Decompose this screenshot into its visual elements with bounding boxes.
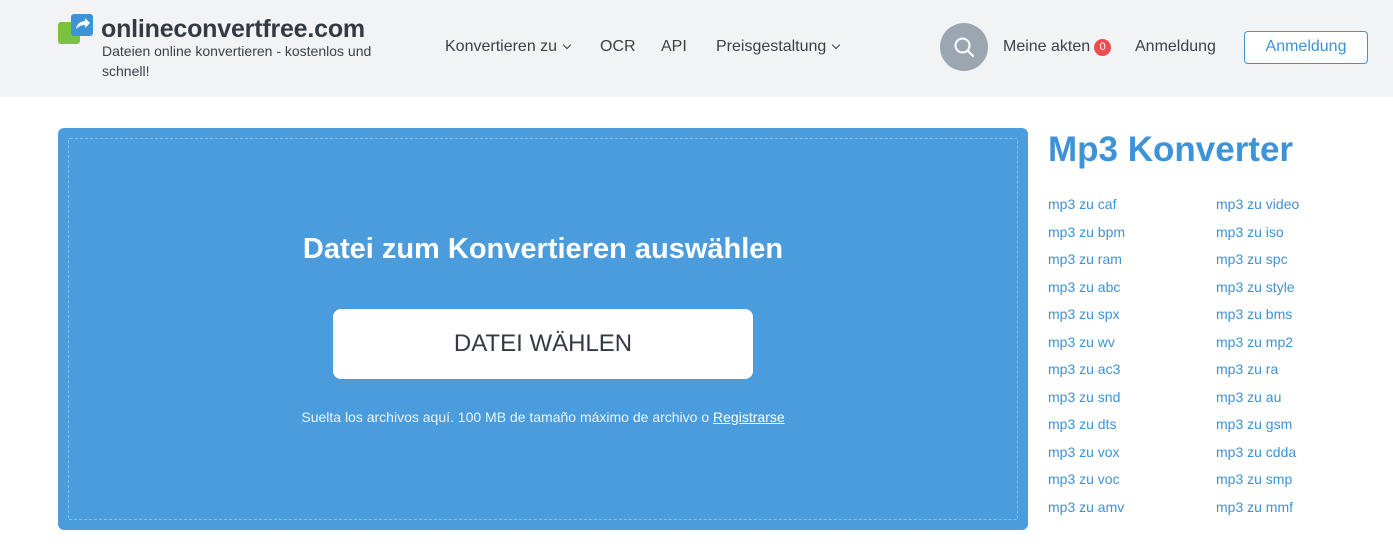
converter-list-right: mp3 zu video mp3 zu iso mp3 zu spc mp3 z… (1216, 194, 1376, 524)
converter-link[interactable]: mp3 zu mmf (1216, 497, 1376, 525)
nav-convert-to-label: Konvertieren zu (445, 38, 558, 55)
converter-link[interactable]: mp3 zu ac3 (1048, 359, 1208, 387)
converter-link[interactable]: mp3 zu gsm (1216, 414, 1376, 442)
converter-link[interactable]: mp3 zu style (1216, 277, 1376, 305)
converter-link[interactable]: mp3 zu snd (1048, 387, 1208, 415)
converter-link[interactable]: mp3 zu ram (1048, 249, 1208, 277)
converter-link[interactable]: mp3 zu video (1216, 194, 1376, 222)
converter-link[interactable]: mp3 zu cdda (1216, 442, 1376, 470)
dropzone-title: Datei zum Konvertieren auswählen (302, 233, 784, 265)
files-count-badge: 0 (1094, 39, 1112, 56)
converter-link[interactable]: mp3 zu iso (1216, 222, 1376, 250)
converter-link[interactable]: mp3 zu voc (1048, 469, 1208, 497)
converter-list-left: mp3 zu caf mp3 zu bpm mp3 zu ram mp3 zu … (1048, 194, 1208, 524)
converter-link[interactable]: mp3 zu spc (1216, 249, 1376, 277)
converter-link[interactable]: mp3 zu spx (1048, 304, 1208, 332)
signin-link[interactable]: Anmeldung (1135, 38, 1216, 56)
nav-convert-to[interactable]: Konvertieren zu (445, 38, 572, 56)
converter-link[interactable]: mp3 zu smp (1216, 469, 1376, 497)
converter-link[interactable]: mp3 zu bms (1216, 304, 1376, 332)
converter-link[interactable]: mp3 zu mp2 (1216, 332, 1376, 360)
converter-link[interactable]: mp3 zu wv (1048, 332, 1208, 360)
site-header: onlineconvertfree.com Dateien online kon… (0, 0, 1393, 97)
search-button[interactable] (940, 23, 988, 71)
nav-pricing-label: Preisgestaltung (716, 38, 827, 55)
converter-link[interactable]: mp3 zu amv (1048, 497, 1208, 525)
logo-icon (58, 14, 93, 44)
dropzone-hint: Suelta los archivos aquí. 100 MB de tama… (58, 409, 1028, 425)
logo-name: onlineconvertfree.com (101, 15, 365, 43)
converter-link[interactable]: mp3 zu vox (1048, 442, 1208, 470)
converter-link[interactable]: mp3 zu ra (1216, 359, 1376, 387)
file-dropzone[interactable]: Datei zum Konvertieren auswählen DATEI W… (58, 128, 1028, 530)
converter-link[interactable]: mp3 zu caf (1048, 194, 1208, 222)
my-files-link[interactable]: Meine akten 0 (1003, 38, 1112, 57)
choose-file-button[interactable]: DATEI WÄHLEN (333, 309, 753, 379)
converter-link[interactable]: mp3 zu bpm (1048, 222, 1208, 250)
nav-ocr[interactable]: OCR (600, 38, 636, 56)
converter-link[interactable]: mp3 zu au (1216, 387, 1376, 415)
sidebar-title: Mp3 Konverter (1048, 130, 1294, 169)
nav-pricing[interactable]: Preisgestaltung (716, 38, 841, 56)
site-logo[interactable]: onlineconvertfree.com Dateien online kon… (58, 14, 388, 84)
my-files-label: Meine akten (1003, 38, 1091, 55)
dropzone-hint-text: Suelta los archivos aquí. 100 MB de tama… (301, 409, 714, 425)
chevron-down-icon (832, 40, 841, 50)
chevron-down-icon (562, 40, 572, 50)
search-icon (954, 37, 975, 58)
converter-link[interactable]: mp3 zu abc (1048, 277, 1208, 305)
nav-api[interactable]: API (661, 38, 687, 56)
logo-tagline: Dateien online konvertieren - kostenlos … (102, 43, 372, 79)
converter-link[interactable]: mp3 zu dts (1048, 414, 1208, 442)
signin-button[interactable]: Anmeldung (1244, 31, 1368, 64)
register-link[interactable]: Registrarse (713, 409, 785, 425)
